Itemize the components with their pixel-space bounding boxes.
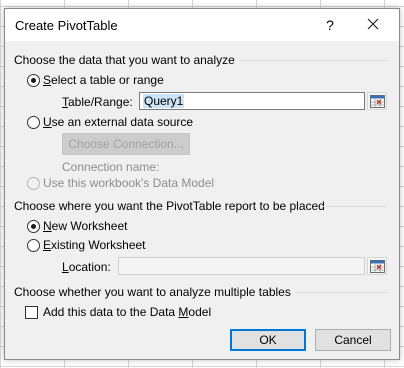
- title-bar: Create PivotTable ?: [5, 9, 399, 41]
- ok-button[interactable]: OK: [230, 329, 306, 351]
- choose-connection-button[interactable]: Choose Connection...: [62, 133, 190, 155]
- radio-new-worksheet[interactable]: [27, 220, 40, 233]
- section-heading-multiple: Choose whether you want to analyze multi…: [14, 285, 291, 299]
- connection-name-label: Connection name:: [62, 160, 160, 174]
- radio-data-model[interactable]: [27, 177, 40, 190]
- close-icon: [367, 18, 379, 30]
- add-to-data-model-checkbox[interactable]: [25, 306, 38, 319]
- section-divider: [323, 206, 387, 207]
- section-divider: [295, 292, 387, 293]
- dialog-title: Create PivotTable: [15, 18, 118, 33]
- label-add-to-data-model[interactable]: Add this data to the Data Model: [43, 305, 211, 319]
- create-pivottable-dialog: Create PivotTable ? Choose the data that…: [4, 8, 400, 360]
- section-heading-data: Choose the data that you want to analyze: [14, 53, 235, 67]
- section-heading-location: Choose where you want the PivotTable rep…: [14, 199, 325, 213]
- label-existing-worksheet[interactable]: Existing Worksheet: [43, 238, 146, 252]
- label-data-model[interactable]: Use this workbook's Data Model: [43, 176, 214, 190]
- label-select-table-range[interactable]: Select a table or range: [43, 73, 164, 87]
- radio-existing-worksheet[interactable]: [27, 239, 40, 252]
- table-range-collapse-button[interactable]: [367, 92, 387, 110]
- range-select-icon: [369, 95, 385, 108]
- radio-external-source[interactable]: [27, 116, 40, 129]
- radio-select-table-range[interactable]: [27, 74, 40, 87]
- location-input[interactable]: [118, 257, 365, 275]
- label-new-worksheet[interactable]: New Worksheet: [43, 219, 127, 233]
- location-label: Location:: [62, 260, 111, 274]
- table-range-label: Table/Range:: [62, 95, 133, 109]
- range-select-icon: [369, 260, 385, 273]
- section-divider: [239, 60, 387, 61]
- help-button[interactable]: ?: [323, 16, 337, 34]
- cancel-button[interactable]: Cancel: [315, 329, 391, 351]
- table-range-input[interactable]: Query1: [139, 92, 365, 110]
- label-external-source[interactable]: Use an external data source: [43, 115, 193, 129]
- location-collapse-button[interactable]: [367, 257, 387, 275]
- table-range-value: Query1: [143, 94, 185, 108]
- close-button[interactable]: [363, 15, 383, 35]
